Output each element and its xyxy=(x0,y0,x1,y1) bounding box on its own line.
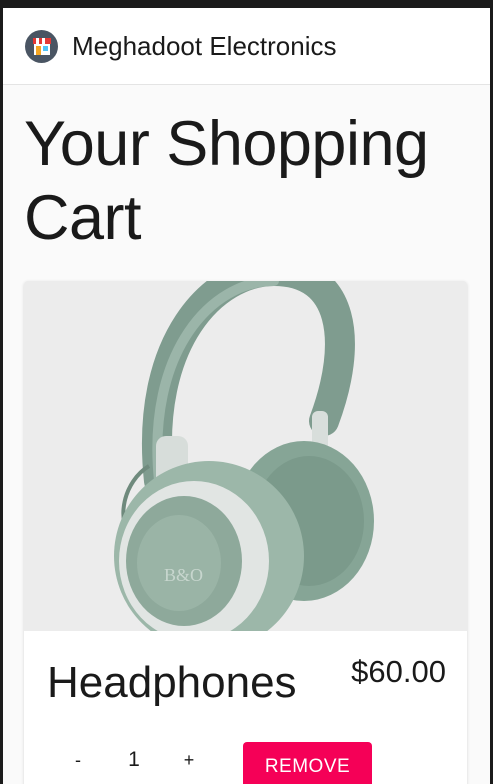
remove-item-button[interactable]: REMOVE xyxy=(243,742,372,784)
headphones-image: B&O xyxy=(24,281,467,631)
quantity-controls: - 1 + REMOVE xyxy=(24,742,467,784)
quantity-value: 1 xyxy=(128,748,140,771)
app-bar: Meghadoot Electronics xyxy=(3,8,490,85)
product-price: $60.00 xyxy=(351,654,446,689)
product-name: Headphones xyxy=(47,658,297,707)
item-info-row: Headphones $60.00 xyxy=(24,654,467,714)
brand-name[interactable]: Meghadoot Electronics xyxy=(72,31,336,62)
svg-text:B&O: B&O xyxy=(164,565,203,585)
decrement-quantity-button[interactable]: - xyxy=(66,750,90,771)
cart-item-card: B&O Headphones $60.00 - 1 + REMOVE xyxy=(24,281,467,784)
app-viewport: Meghadoot Electronics Your Shopping Cart… xyxy=(3,8,490,784)
storefront-icon[interactable] xyxy=(25,29,58,63)
increment-quantity-button[interactable]: + xyxy=(177,750,201,771)
page-title: Your Shopping Cart xyxy=(24,109,429,253)
